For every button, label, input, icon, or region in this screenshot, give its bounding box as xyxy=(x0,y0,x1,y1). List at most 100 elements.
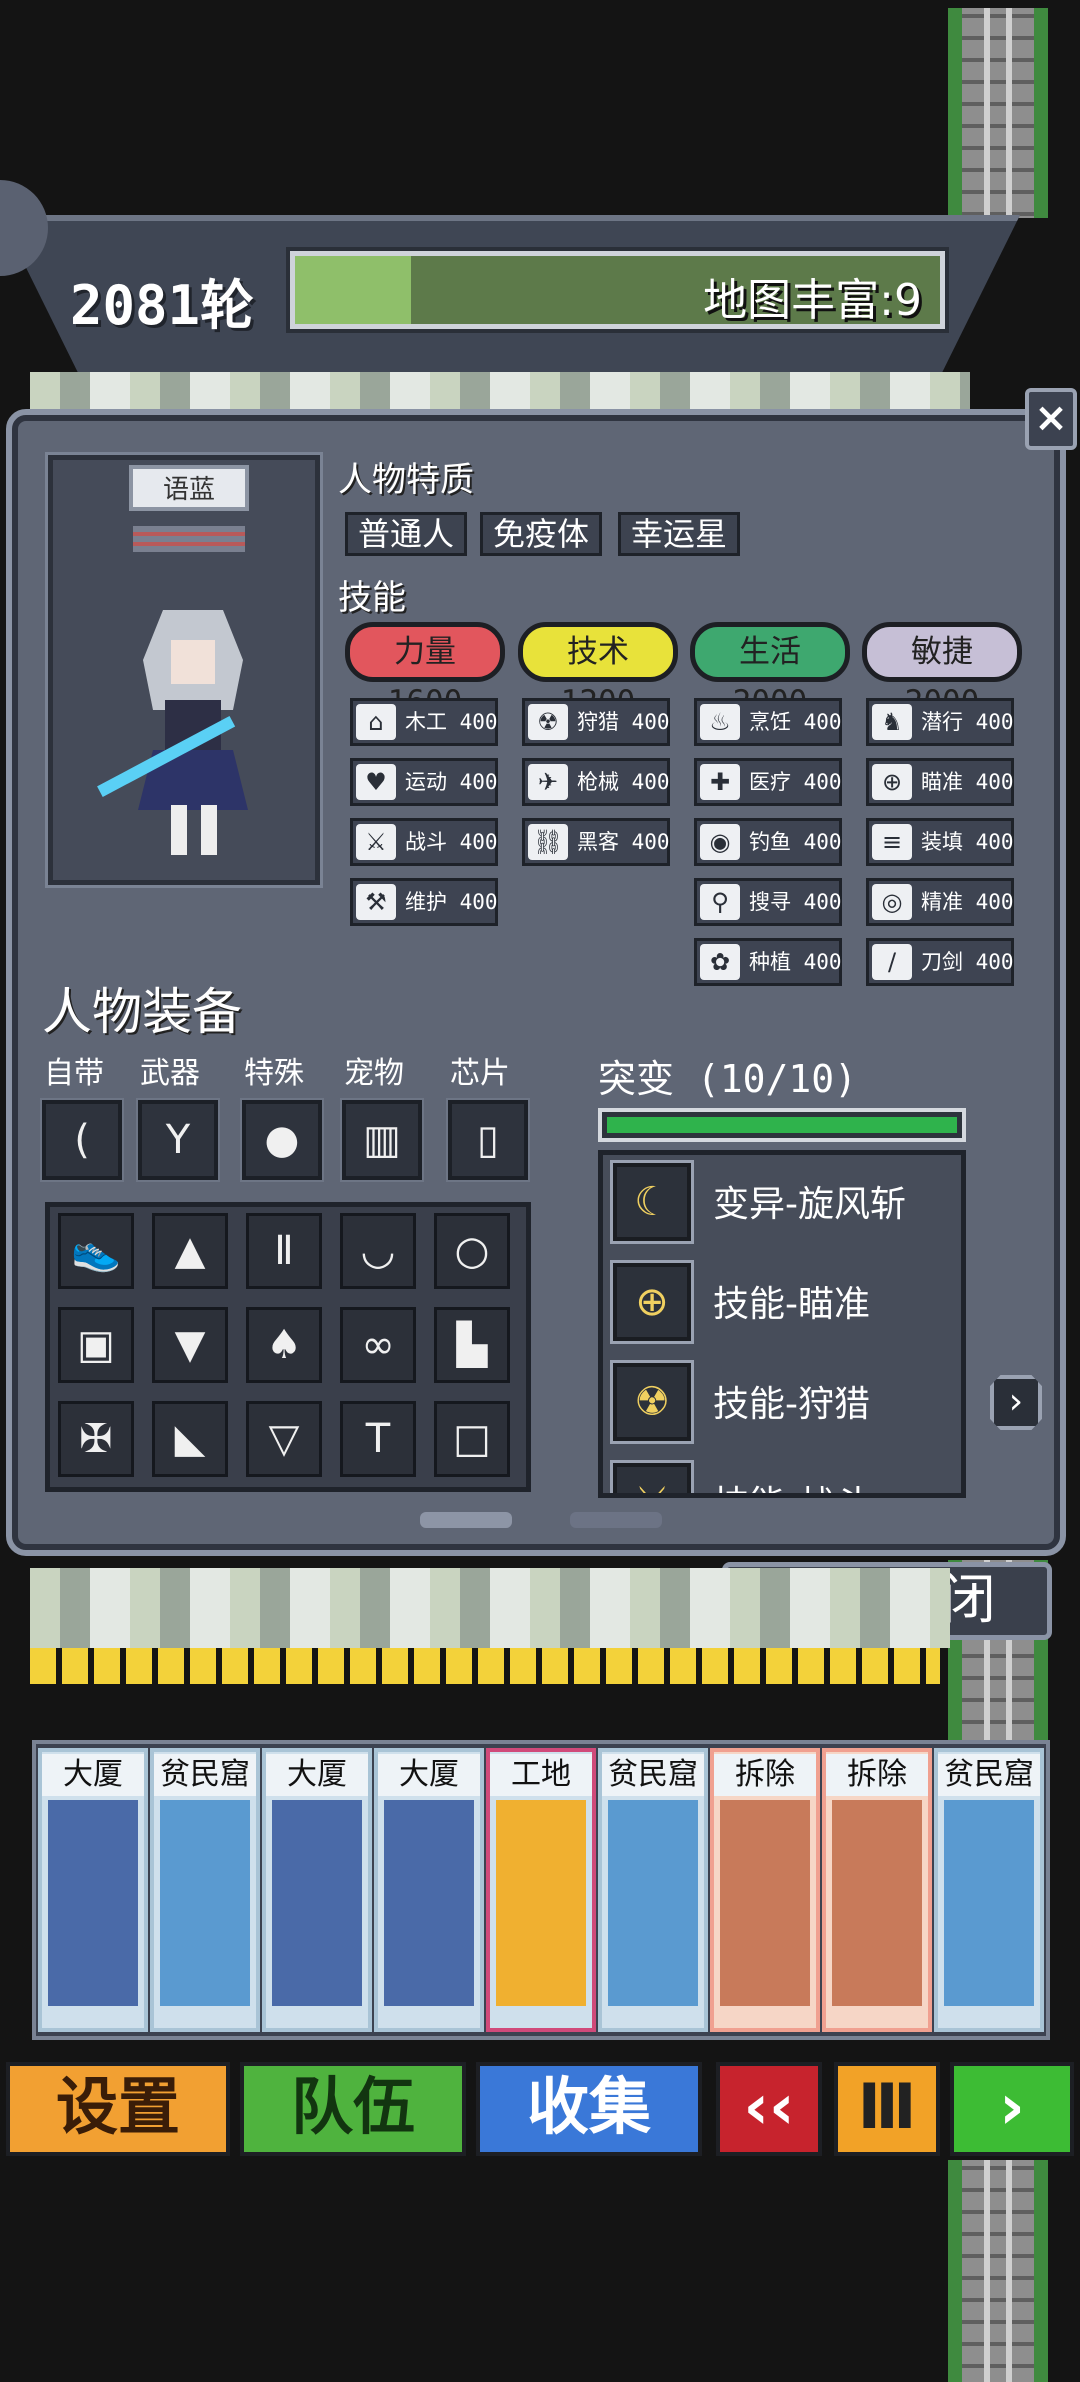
card-title: 大厦 xyxy=(378,1754,480,1796)
equip-slot-label: 自带 xyxy=(44,1056,104,1091)
building-card[interactable]: 贫民窟 xyxy=(934,1748,1044,2032)
skill-item[interactable]: ≡ 装填 400 xyxy=(866,818,1014,866)
skill-item[interactable]: ⊕ 瞄准 400 xyxy=(866,758,1014,806)
card-art xyxy=(496,1800,586,2006)
mask-icon[interactable]: ◡ xyxy=(340,1213,416,1289)
jeans-icon[interactable]: ▲ xyxy=(152,1213,228,1289)
card-art xyxy=(272,1800,362,2006)
mutation-progress-bar xyxy=(598,1108,966,1142)
building-card[interactable]: 工地 xyxy=(486,1748,596,2032)
pause-button[interactable]: Ⅲ xyxy=(834,2062,940,2156)
mutation-item[interactable]: ☢ 技能-狩猎 xyxy=(610,1359,961,1444)
skill-item[interactable]: ⚲ 搜寻 400 xyxy=(694,878,842,926)
card-art xyxy=(944,1800,1034,2006)
building-card[interactable]: 大厦 xyxy=(38,1748,148,2032)
trait-tag[interactable]: 免疫体 xyxy=(480,512,603,556)
mutation-item[interactable]: ☾ 变异-旋风斩 xyxy=(610,1159,961,1244)
skill-item[interactable]: ⚔ 战斗 400 xyxy=(350,818,498,866)
mutation-item[interactable]: ⚔ 技能-战斗 xyxy=(610,1459,961,1493)
skill-item[interactable]: ⛓ 黑客 400 xyxy=(522,818,670,866)
round-counter: 2081轮 xyxy=(70,274,255,337)
skill-label: 烹饪 400 xyxy=(749,710,842,734)
next-page-button[interactable]: › xyxy=(990,1375,1042,1430)
skill-item[interactable]: ◎ 精准 400 xyxy=(866,878,1014,926)
gun-icon: ✈ xyxy=(528,764,568,800)
chip-icon[interactable]: ▯ xyxy=(446,1098,530,1182)
building-card[interactable]: 大厦 xyxy=(262,1748,372,2032)
shoe-icon[interactable]: ◣ xyxy=(152,1401,228,1477)
glasses-icon[interactable]: ∞ xyxy=(340,1307,416,1383)
bow-icon[interactable]: ( xyxy=(40,1098,124,1182)
sword-icon: / xyxy=(872,944,912,980)
chain-icon: ⛓ xyxy=(528,824,568,860)
rewind-button[interactable]: ‹‹ xyxy=(716,2062,822,2156)
crate-icon[interactable]: ▥ xyxy=(340,1098,424,1182)
skill-label: 装填 400 xyxy=(921,830,1014,854)
slingshot-icon[interactable]: Y xyxy=(136,1098,220,1182)
crescent-icon: ☾ xyxy=(610,1160,694,1244)
skill-item[interactable]: / 刀剑 400 xyxy=(866,938,1014,986)
bag-icon[interactable]: □ xyxy=(434,1401,510,1477)
header-bar: 2081轮 地图丰富:9 xyxy=(0,215,1020,380)
skill-item[interactable]: ✈ 枪械 400 xyxy=(522,758,670,806)
building-card[interactable]: 大厦 xyxy=(374,1748,484,2032)
card-title: 拆除 xyxy=(826,1754,928,1796)
skill-label: 瞄准 400 xyxy=(921,770,1014,794)
trait-tag[interactable]: 普通人 xyxy=(345,512,468,556)
skill-item[interactable]: ♥ 运动 400 xyxy=(350,758,498,806)
building-card[interactable]: 拆除 xyxy=(822,1748,932,2032)
skill-item[interactable]: ⌂ 木工 400 xyxy=(350,698,498,746)
building-card[interactable]: 拆除 xyxy=(710,1748,820,2032)
suit-icon[interactable]: ♠ xyxy=(246,1307,322,1383)
map-richness-label: 地图丰富:9 xyxy=(703,275,922,326)
skill-label: 木工 400 xyxy=(405,710,498,734)
team-button[interactable]: 队伍 xyxy=(240,2062,466,2156)
character-name: 语蓝 xyxy=(129,465,249,511)
skill-item[interactable]: ✿ 种植 400 xyxy=(694,938,842,986)
skill-item[interactable]: ⚒ 维护 400 xyxy=(350,878,498,926)
map-richness-bar: 地图丰富:9 xyxy=(286,247,949,333)
next-button[interactable]: › xyxy=(950,2062,1074,2156)
mutation-label: 变异-旋风斩 xyxy=(713,1184,906,1225)
skill-label: 钓鱼 400 xyxy=(749,830,842,854)
radiation-icon: ☢ xyxy=(528,704,568,740)
ring-icon[interactable]: ○ xyxy=(434,1213,510,1289)
collect-button[interactable]: 收集 xyxy=(476,2062,702,2156)
vest-icon[interactable]: ▼ xyxy=(152,1307,228,1383)
railway-track xyxy=(948,2160,1048,2382)
skill-item[interactable]: ☢ 狩猎 400 xyxy=(522,698,670,746)
skill-label: 黑客 400 xyxy=(577,830,670,854)
character-portrait: 语蓝 xyxy=(45,452,323,888)
building-card[interactable]: 贫民窟 xyxy=(150,1748,260,2032)
pants-icon[interactable]: Ⅱ xyxy=(246,1213,322,1289)
eye-icon: ◎ xyxy=(872,884,912,920)
boot-icon[interactable]: ▙ xyxy=(434,1307,510,1383)
shirt-icon[interactable]: ▽ xyxy=(246,1401,322,1477)
card-art xyxy=(48,1800,138,2006)
close-x-button[interactable]: × xyxy=(1025,388,1077,450)
backpack-icon[interactable]: ▣ xyxy=(58,1307,134,1383)
equipment-title: 人物装备 xyxy=(42,983,242,1041)
pot-icon: ♨ xyxy=(700,704,740,740)
trait-tag[interactable]: 幸运星 xyxy=(618,512,741,556)
skill-label: 刀剑 400 xyxy=(921,950,1014,974)
skill-item[interactable]: ♨ 烹饪 400 xyxy=(694,698,842,746)
tshirt-icon[interactable]: T xyxy=(340,1401,416,1477)
skill-item[interactable]: ◉ 钓鱼 400 xyxy=(694,818,842,866)
crosshair-icon: ⊕ xyxy=(872,764,912,800)
flower-icon: ✿ xyxy=(700,944,740,980)
fish-icon: ◉ xyxy=(700,824,740,860)
star-rating-row xyxy=(30,1648,940,1684)
settings-button[interactable]: 设置 xyxy=(6,2062,230,2156)
dagger-icon: ⚔ xyxy=(610,1460,694,1493)
grenade-icon[interactable]: ● xyxy=(240,1098,324,1182)
building-card[interactable]: 贫民窟 xyxy=(598,1748,708,2032)
card-title: 贫民窟 xyxy=(602,1754,704,1796)
skill-item[interactable]: ✚ 医疗 400 xyxy=(694,758,842,806)
equip-slot-label: 武器 xyxy=(140,1056,200,1091)
mutation-item[interactable]: ⊕ 技能-瞄准 xyxy=(610,1259,961,1344)
skill-item[interactable]: ♞ 潜行 400 xyxy=(866,698,1014,746)
sneaker-icon[interactable]: 👟 xyxy=(58,1213,134,1289)
mutation-list[interactable]: ☾ 变异-旋风斩 ⊕ 技能-瞄准 ☢ 技能-狩猎 ⚔ 技能-战斗 xyxy=(598,1150,966,1498)
armor-icon[interactable]: ✠ xyxy=(58,1401,134,1477)
